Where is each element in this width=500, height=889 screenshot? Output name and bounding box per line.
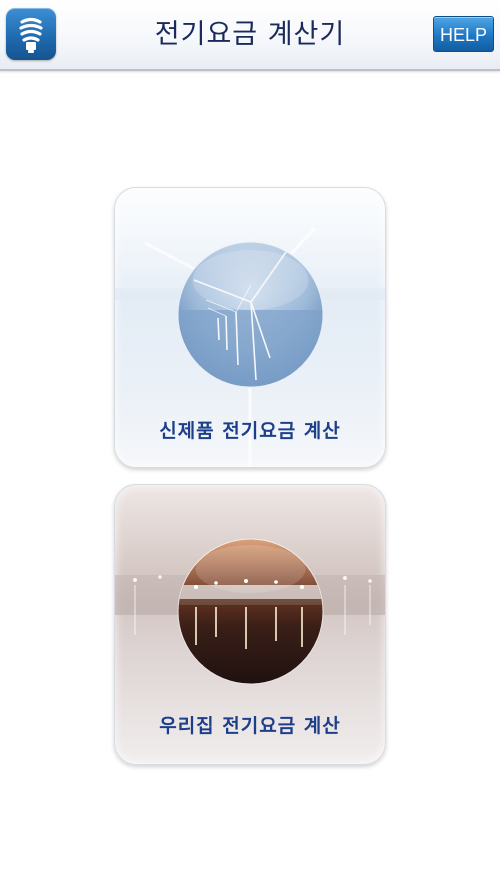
- app-header: 전기요금 계산기 HELP: [0, 0, 500, 71]
- home-calc-button[interactable]: 우리집 전기요금 계산: [114, 484, 386, 765]
- page-title: 전기요금 계산기: [154, 19, 346, 50]
- new-product-calc-button[interactable]: 신제품 전기요금 계산: [114, 187, 386, 468]
- night-harbor-image: [177, 538, 324, 685]
- help-button[interactable]: HELP: [433, 16, 494, 52]
- home-calc-label: 우리집 전기요금 계산: [159, 715, 341, 737]
- wind-turbine-image: [177, 241, 324, 388]
- new-product-calc-label: 신제품 전기요금 계산: [159, 420, 341, 442]
